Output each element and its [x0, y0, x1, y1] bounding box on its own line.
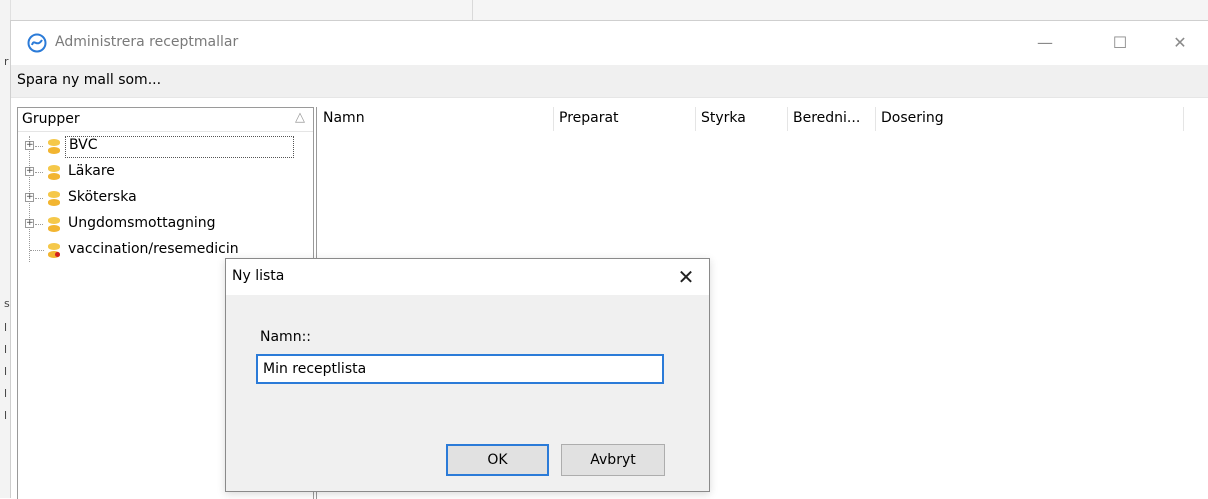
background-window-top [10, 0, 1208, 20]
dialog-titlebar[interactable]: Ny lista ✕ [226, 259, 709, 295]
tree-connector [35, 146, 43, 147]
column-header-dosering[interactable]: Dosering [881, 110, 944, 126]
expand-icon[interactable]: + [25, 219, 34, 228]
app-logo-icon [27, 33, 47, 53]
column-header-beredning[interactable]: Beredni... [793, 110, 860, 126]
minimize-button[interactable]: — [1025, 29, 1065, 57]
column-separator[interactable] [875, 107, 876, 131]
database-icon [48, 191, 60, 206]
cancel-button[interactable]: Avbryt [561, 444, 665, 476]
database-alert-icon [48, 243, 60, 258]
column-header-namn[interactable]: Namn [323, 110, 365, 126]
tree-item-label: BVC [65, 136, 294, 158]
background-text: r [4, 55, 9, 68]
database-icon [48, 139, 60, 154]
maximize-button[interactable]: ☐ [1100, 29, 1140, 57]
tree-item-bvc[interactable]: + BVC [18, 135, 313, 159]
menubar: Spara ny mall som... [11, 65, 1208, 98]
background-text: l [4, 409, 8, 422]
column-header-styrka[interactable]: Styrka [701, 110, 746, 126]
column-separator[interactable] [787, 107, 788, 131]
column-separator[interactable] [695, 107, 696, 131]
tree-item-skoterska[interactable]: + Sköterska [18, 187, 313, 211]
list-header: Namn Preparat Styrka Beredni... Dosering [317, 107, 1208, 131]
column-separator[interactable] [1183, 107, 1184, 131]
groups-column-header[interactable]: Grupper △ [18, 108, 313, 132]
window-title: Administrera receptmallar [55, 34, 239, 50]
groups-header-label: Grupper [22, 111, 80, 127]
expand-icon[interactable]: + [25, 167, 34, 176]
tree-connector [35, 198, 43, 199]
expand-icon[interactable]: + [25, 141, 34, 150]
database-icon [48, 165, 60, 180]
tree-connector [30, 250, 44, 251]
new-list-dialog: Ny lista ✕ Namn:: OK Avbryt [225, 258, 710, 492]
background-text: l [4, 321, 8, 334]
column-header-preparat[interactable]: Preparat [559, 110, 619, 126]
dialog-close-icon[interactable]: ✕ [669, 263, 703, 291]
tree-connector [35, 172, 43, 173]
dialog-title: Ny lista [232, 268, 285, 284]
column-separator[interactable] [553, 107, 554, 131]
close-button[interactable]: ✕ [1160, 29, 1200, 57]
tree-item-ungdomsmottagning[interactable]: + Ungdomsmottagning [18, 213, 313, 237]
background-divider [472, 0, 473, 20]
sort-ascending-icon: △ [295, 110, 305, 125]
tree-item-label: vaccination/resemedicin [68, 241, 239, 257]
background-text: l [4, 365, 8, 378]
background-text: l [4, 343, 8, 356]
background-text: l [4, 387, 8, 400]
name-field-label: Namn:: [260, 329, 311, 345]
tree-item-label: Ungdomsmottagning [68, 215, 216, 231]
name-input[interactable] [256, 354, 664, 384]
database-icon [48, 217, 60, 232]
save-as-new-template-menu-item[interactable]: Spara ny mall som... [17, 72, 161, 88]
window-titlebar[interactable]: Administrera receptmallar — ☐ ✕ [11, 21, 1208, 65]
tree-item-lakare[interactable]: + Läkare [18, 161, 313, 185]
ok-button[interactable]: OK [446, 444, 549, 476]
tree-item-label: Sköterska [68, 189, 137, 205]
tree-connector [35, 224, 43, 225]
tree-item-label: Läkare [68, 163, 115, 179]
background-text: s [4, 297, 10, 310]
expand-icon[interactable]: + [25, 193, 34, 202]
